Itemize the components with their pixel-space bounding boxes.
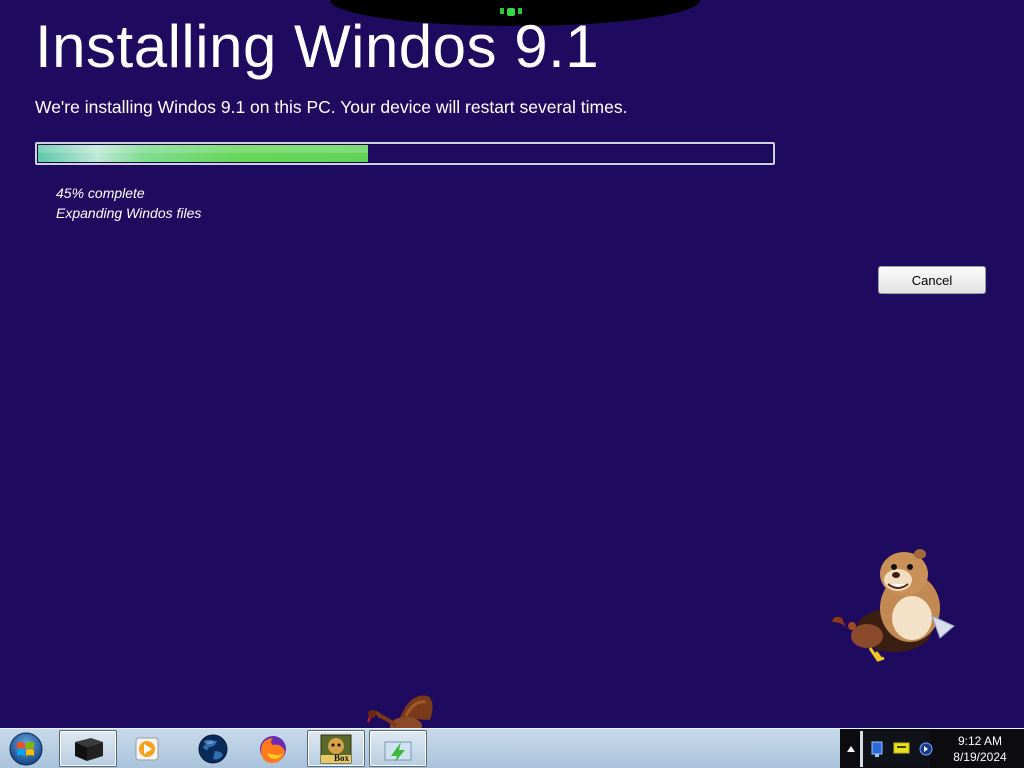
taskbar-item-green-arrow[interactable] (369, 730, 427, 767)
percent-complete: 45% complete (56, 185, 145, 201)
taskbar-item-black-box[interactable] (59, 730, 117, 767)
firefox-icon (260, 735, 286, 763)
taskbar-item-globe[interactable] (184, 730, 242, 767)
cancel-button[interactable]: Cancel (878, 266, 986, 294)
volume-icon[interactable] (918, 741, 934, 757)
page-title: Installing Windos 9.1 (35, 13, 600, 80)
taskbar-item-firefox[interactable] (244, 730, 302, 767)
network-icon[interactable] (869, 740, 885, 758)
taskbar-item-media-player[interactable] (118, 730, 176, 767)
status-detail: Expanding Windos files (56, 205, 202, 221)
black-box-app-icon (75, 737, 103, 761)
progress-fill (38, 145, 368, 162)
desktop-pet-hamster-icon[interactable] (822, 540, 957, 670)
tray-icons (860, 731, 933, 767)
install-status: 45% complete Expanding Windos files (56, 183, 201, 223)
clock-time: 9:12 AM (957, 734, 1003, 748)
globe-app-icon (198, 734, 228, 763)
install-description: We're installing Windos 9.1 on this PC. … (35, 97, 628, 117)
clock-date: 8/19/2024 (953, 750, 1007, 764)
install-progress-bar (35, 142, 775, 165)
system-tray: 9:12 AM 8/19/2024 (840, 729, 1024, 768)
box-app-label: Box (334, 753, 350, 763)
green-arrow-app-icon (384, 741, 412, 762)
windows-orb-icon[interactable] (5, 731, 47, 767)
taskbar-item-box-app[interactable]: Box (307, 730, 365, 767)
taskbar-clock[interactable]: 9:12 AM 8/19/2024 (944, 733, 1016, 765)
show-hidden-icons-icon[interactable] (846, 741, 856, 755)
media-player-icon (135, 737, 159, 760)
taskbar: Box 9:12 AM 8/19/2024 (0, 728, 1024, 768)
battery-icon[interactable] (893, 741, 911, 755)
